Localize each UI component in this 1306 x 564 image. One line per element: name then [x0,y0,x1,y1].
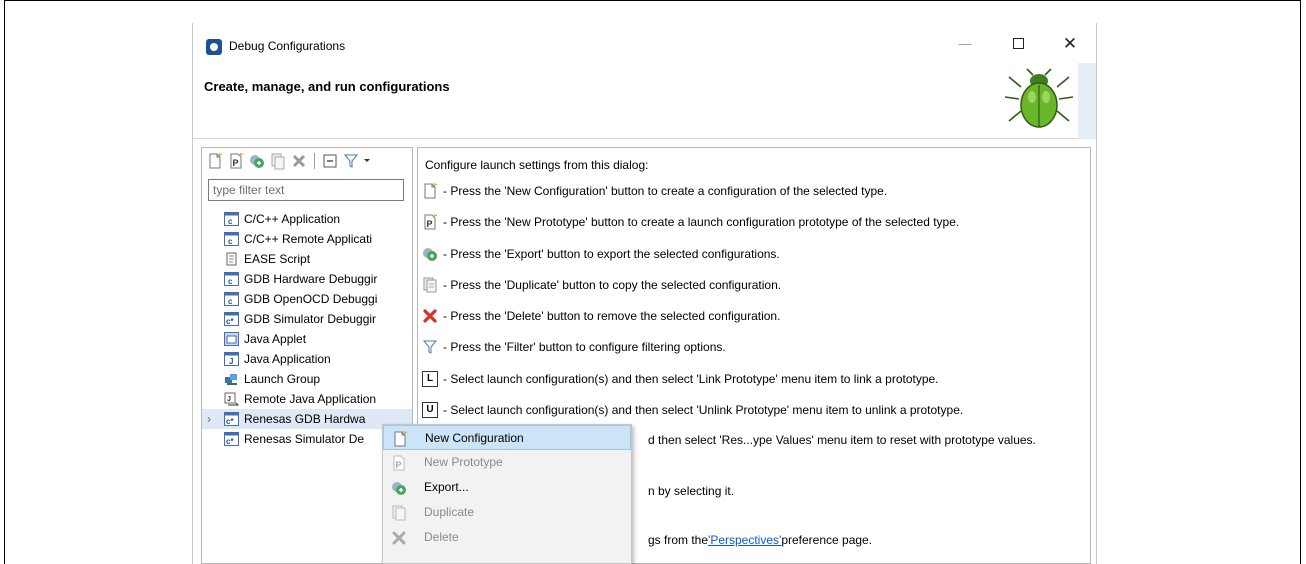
help-row: - Press the 'Duplicate' button to copy t… [422,274,781,296]
export-icon [392,482,406,495]
svg-text:J: J [227,396,231,403]
svg-text:c*: c* [226,317,234,326]
c-sim-icon: c* [224,312,239,326]
maximize-icon [1012,38,1024,50]
svg-text:P: P [396,460,402,470]
expand-arrow-icon[interactable]: › [207,409,211,429]
svg-text:c*: c* [226,437,234,446]
delete-icon [423,309,437,323]
svg-text:c: c [228,217,233,226]
menu-dropdown-icon[interactable] [363,152,371,170]
help-intro: Configure launch settings from this dial… [425,158,649,172]
header-title: Create, manage, and run configurations [204,79,450,94]
configuration-tree: c C/C++ Application c C/C++ Remote Appli… [202,209,412,449]
unlink-prototype-icon: U [422,402,438,418]
svg-text:P: P [233,158,239,168]
window-title: Debug Configurations [229,39,346,53]
duplicate-icon [392,505,406,521]
renesas-hw-icon: c* [224,412,239,426]
tree-item[interactable]: c GDB Hardware Debuggir [202,269,412,289]
c-hw-icon: c [224,272,239,286]
new-configuration-icon [394,431,408,447]
new-prototype-icon[interactable]: P [227,152,245,170]
minimize-button[interactable]: — [950,32,980,56]
filter-icon [422,340,438,354]
context-menu: New Configuration P New Prototype Export… [382,424,632,564]
help-row: n by selecting it. [648,484,735,498]
duplicate-icon[interactable] [269,152,287,170]
help-row: d then select 'Res...ype Values' menu it… [648,433,1036,447]
tree-item[interactable]: EASE Script [202,249,412,269]
filter-icon[interactable] [342,152,360,170]
bug-icon [1004,68,1074,128]
toolbar-separator [314,153,315,169]
svg-text:c*: c* [226,417,234,426]
filter-input[interactable] [208,179,404,201]
close-button[interactable]: ✕ [1055,32,1085,56]
tree-item[interactable]: c* GDB Simulator Debuggir [202,309,412,329]
svg-text:c: c [228,297,233,306]
menu-item-delete[interactable]: Delete [383,525,631,550]
launch-group-icon [225,374,237,385]
java-app-icon: J [224,352,239,366]
new-prototype-icon: P [393,455,405,471]
new-configuration-icon[interactable] [206,152,224,170]
help-row: P - Press the 'New Prototype' button to … [422,211,959,233]
tree-item[interactable]: J Java Application [202,349,412,369]
new-prototype-icon: P [424,214,438,230]
maximize-button[interactable] [1003,32,1033,56]
collapse-all-icon[interactable] [321,152,339,170]
remote-java-icon: J [224,392,239,406]
tree-item[interactable]: c* Renesas Simulator De [202,429,412,449]
help-row: - Press the 'New Configuration' button t… [422,180,887,202]
help-row: U - Select launch configuration(s) and t… [422,399,963,421]
tree-item[interactable]: Java Applet [202,329,412,349]
tree-item[interactable]: c GDB OpenOCD Debuggi [202,289,412,309]
delete-icon[interactable] [290,152,308,170]
svg-text:c: c [228,237,233,246]
svg-text:c: c [228,277,233,286]
renesas-sim-icon: c* [224,432,239,446]
perspectives-link[interactable]: 'Perspectives' [708,533,781,547]
tree-item[interactable]: c C/C++ Remote Applicati [202,229,412,249]
help-row: - Press the 'Export' button to export th… [422,243,780,265]
c-remote-icon: c [224,232,239,246]
help-row: gs from the 'Perspectives' preference pa… [648,533,873,547]
menu-item-export[interactable]: Export... [383,475,631,500]
svg-text:J: J [229,357,233,366]
help-row: - Press the 'Delete' button to remove th… [422,305,780,327]
help-row: L - Select launch configuration(s) and t… [422,368,939,390]
link-prototype-icon: L [422,371,438,387]
header-stripe [1078,63,1096,139]
tree-item[interactable]: › c* Renesas GDB Hardwa [202,409,412,429]
app-icon [206,39,222,55]
tree-item[interactable]: Launch Group [202,369,412,389]
svg-text:P: P [427,219,433,229]
export-icon [423,248,437,261]
c-app-icon: c [224,212,239,226]
menu-item-new-prototype[interactable]: P New Prototype [383,450,631,475]
dialog-header: Create, manage, and run configurations [193,63,1096,139]
java-applet-icon [224,332,239,346]
tree-toolbar: P [206,150,371,172]
export-icon[interactable] [248,152,266,170]
menu-item-duplicate[interactable]: Duplicate [383,500,631,525]
delete-icon [392,531,406,545]
title-bar: Debug Configurations — ✕ [193,23,1096,56]
menu-item-new-configuration[interactable]: New Configuration [383,425,631,450]
c-openocd-icon: c [224,292,239,306]
tree-item[interactable]: J Remote Java Application [202,389,412,409]
tree-item[interactable]: c C/C++ Application [202,209,412,229]
duplicate-icon [423,277,437,293]
script-icon [226,252,237,266]
help-row: - Press the 'Filter' button to configure… [422,336,726,358]
debug-configurations-dialog: Debug Configurations — ✕ Create, manage,… [192,23,1097,564]
new-configuration-icon [424,183,438,199]
